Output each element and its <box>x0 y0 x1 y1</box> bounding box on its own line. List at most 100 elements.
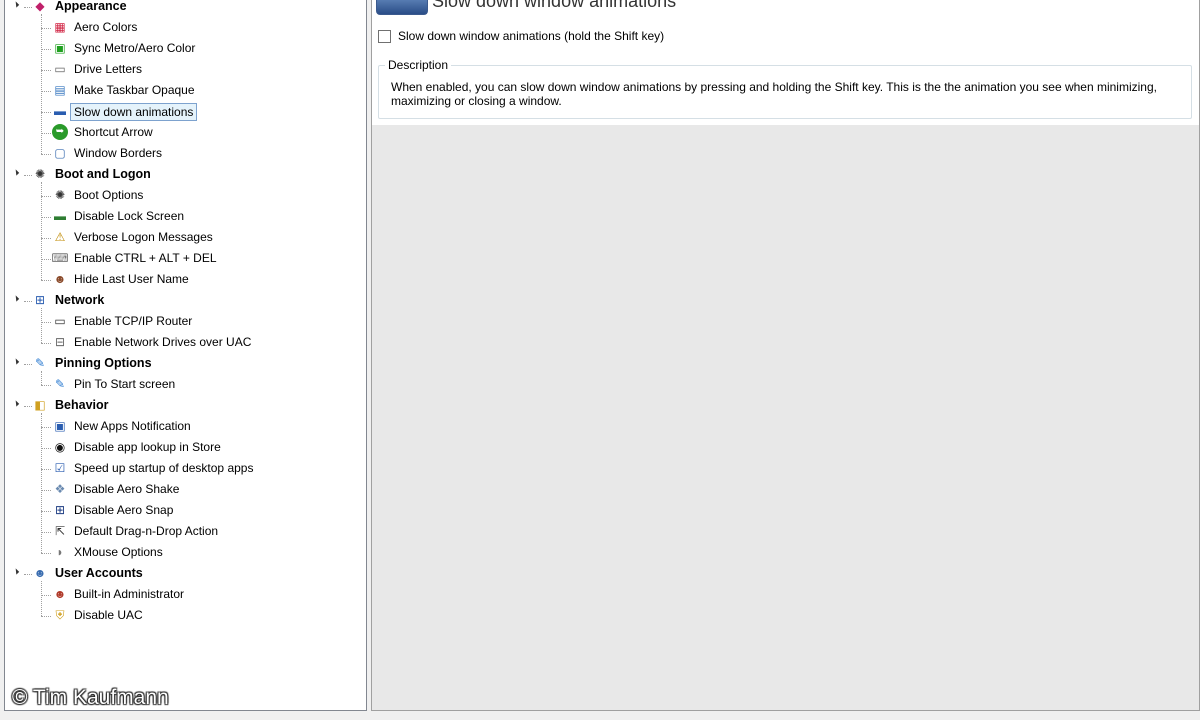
tree-item-built-in-administrator[interactable]: ☻ Built-in Administrator <box>5 584 365 605</box>
tree-item-enable-ctrl-alt-del[interactable]: ⌨ Enable CTRL + ALT + DEL <box>5 248 365 269</box>
tree-connector-line <box>41 112 51 113</box>
tree-item-disable-lock-screen[interactable]: ▬ Disable Lock Screen <box>5 206 365 227</box>
collapse-triangle-icon[interactable] <box>12 568 20 575</box>
tree-group-label: User Accounts <box>55 566 143 580</box>
collapse-triangle-icon[interactable] <box>12 295 20 302</box>
tree-group-user-accounts[interactable]: ☻ User Accounts <box>5 563 365 584</box>
tree-connector-line <box>41 91 51 92</box>
tree-item-label: Sync Metro/Aero Color <box>74 41 196 55</box>
tree-connector-line <box>41 595 51 596</box>
tree-item-label: Speed up startup of desktop apps <box>74 461 254 475</box>
tree-group-label: Pinning Options <box>55 356 152 370</box>
pin-start-icon: ✎ <box>54 377 66 391</box>
tree-item-label: Aero Colors <box>74 20 138 34</box>
tree-item-label: Drive Letters <box>74 62 143 76</box>
tree-item-label: Disable Aero Snap <box>74 503 174 517</box>
aero-shake-icon: ❖ <box>54 482 66 496</box>
tree-connector-line <box>24 7 32 8</box>
tree-item-label: Default Drag-n-Drop Action <box>74 524 219 538</box>
tree-connector-line <box>24 406 32 407</box>
tree-item-verbose-logon-messages[interactable]: ⚠ Verbose Logon Messages <box>5 227 365 248</box>
tree-connector-line <box>41 238 51 239</box>
tree-item-label: Disable app lookup in Store <box>74 440 221 454</box>
tree-item-enable-network-drives-over-uac[interactable]: ⊟ Enable Network Drives over UAC <box>5 332 365 353</box>
tree-item-speed-up-startup-of-desktop-apps[interactable]: ☑ Speed up startup of desktop apps <box>5 458 365 479</box>
notification-icon: ▣ <box>54 419 66 433</box>
tree-item-window-borders[interactable]: ▢ Window Borders <box>5 143 365 164</box>
collapse-triangle-icon[interactable] <box>12 1 20 8</box>
tree-item-label: Pin To Start screen <box>74 377 176 391</box>
tree-connector-line <box>41 469 51 470</box>
sync-color-icon: ▣ <box>54 41 66 55</box>
tree-connector-line <box>41 322 51 323</box>
tree-connector-line <box>41 280 51 281</box>
tree-group-pinning-options[interactable]: ✎ Pinning Options <box>5 353 365 374</box>
tree-item-new-apps-notification[interactable]: ▣ New Apps Notification <box>5 416 365 437</box>
tree-connector-line <box>41 385 51 386</box>
tree-item-enable-tcp-ip-router[interactable]: ▭ Enable TCP/IP Router <box>5 311 365 332</box>
tree-item-label: Built-in Administrator <box>74 587 185 601</box>
tree-item-label: Enable CTRL + ALT + DEL <box>74 251 217 265</box>
tree-item-label: Shortcut Arrow <box>74 125 153 139</box>
tree-connector-line <box>41 28 51 29</box>
tree-group-boot-and-logon[interactable]: ✺ Boot and Logon <box>5 164 365 185</box>
tree-item-make-taskbar-opaque[interactable]: ▤ Make Taskbar Opaque <box>5 80 365 101</box>
tree-item-pin-to-start-screen[interactable]: ✎ Pin To Start screen <box>5 374 365 395</box>
aero-snap-icon: ⊞ <box>54 503 66 517</box>
tree-connector-line <box>24 175 32 176</box>
tree-item-shortcut-arrow[interactable]: ➥ Shortcut Arrow <box>5 122 365 143</box>
collapse-triangle-icon[interactable] <box>12 358 20 365</box>
tree-group-network[interactable]: ⊞ Network <box>5 290 365 311</box>
tree-item-sync-metro-aero-color[interactable]: ▣ Sync Metro/Aero Color <box>5 38 365 59</box>
tree-item-disable-aero-shake[interactable]: ❖ Disable Aero Shake <box>5 479 365 500</box>
aero-colors-icon: ▦ <box>54 20 66 34</box>
tree-item-disable-app-lookup-in-store[interactable]: ◉ Disable app lookup in Store <box>5 437 365 458</box>
tree-item-disable-aero-snap[interactable]: ⊞ Disable Aero Snap <box>5 500 365 521</box>
tree-item-label: Boot Options <box>74 188 144 202</box>
admin-icon: ☻ <box>53 587 67 601</box>
network-drive-icon: ⊟ <box>54 335 66 349</box>
tree-item-aero-colors[interactable]: ▦ Aero Colors <box>5 17 365 38</box>
uac-shield-icon: ⛨ <box>55 608 65 622</box>
tree-connector-line <box>41 133 51 134</box>
collapse-triangle-icon[interactable] <box>12 169 20 176</box>
tree-item-slow-down-animations[interactable]: ▬ Slow down animations <box>5 101 365 122</box>
store-icon: ◉ <box>54 440 66 454</box>
user-accounts-icon: ☻ <box>33 566 47 580</box>
shortcut-arrow-icon: ➥ <box>52 124 68 140</box>
tree-item-xmouse-options[interactable]: ◗ XMouse Options <box>5 542 365 563</box>
option-row[interactable]: Slow down window animations (hold the Sh… <box>378 29 664 43</box>
tree-connector-line <box>41 259 51 260</box>
content-header-area: Slow down window animations Slow down wi… <box>372 0 1199 125</box>
appearance-icon: ◆ <box>35 0 45 13</box>
tree-group-behavior[interactable]: ◧ Behavior <box>5 395 365 416</box>
tree-item-label: Disable Lock Screen <box>74 209 185 223</box>
router-icon: ▭ <box>54 314 66 328</box>
tree-item-label: Enable TCP/IP Router <box>74 314 193 328</box>
copyright-watermark: © Tim Kaufmann <box>12 686 169 709</box>
slow-animations-checkbox-label[interactable]: Slow down window animations (hold the Sh… <box>398 29 664 43</box>
content-panel: Slow down window animations Slow down wi… <box>371 0 1200 711</box>
tree-item-label: XMouse Options <box>74 545 163 559</box>
tree-item-disable-uac[interactable]: ⛨ Disable UAC <box>5 605 365 626</box>
tree-group-appearance[interactable]: ◆ Appearance <box>5 0 365 17</box>
slow-animations-checkbox[interactable] <box>378 29 391 43</box>
tree-connector-line <box>41 182 42 280</box>
tree-item-drive-letters[interactable]: ▭ Drive Letters <box>5 59 365 80</box>
tree-item-boot-options[interactable]: ✺ Boot Options <box>5 185 365 206</box>
tree-connector-line <box>41 308 42 343</box>
tree-item-label: New Apps Notification <box>74 419 191 433</box>
navigation-tree-panel: iInformation◆Appearance▦Aero Colors▣Sync… <box>4 0 367 711</box>
page-title: Slow down window animations <box>432 0 677 11</box>
tree-item-label: Disable Aero Shake <box>74 482 180 496</box>
tree-connector-line <box>41 14 42 154</box>
startup-icon: ☑ <box>54 461 66 475</box>
collapse-triangle-icon[interactable] <box>12 400 20 407</box>
window-borders-icon: ▢ <box>54 146 66 160</box>
tree-group-label: Appearance <box>55 0 127 13</box>
tree-item-hide-last-user-name[interactable]: ☻ Hide Last User Name <box>5 269 365 290</box>
tree-connector-line <box>41 196 51 197</box>
tree-item-default-drag-n-drop-action[interactable]: ⇱ Default Drag-n-Drop Action <box>5 521 365 542</box>
behavior-icon: ◧ <box>34 398 46 412</box>
tree-connector-line <box>41 343 51 344</box>
